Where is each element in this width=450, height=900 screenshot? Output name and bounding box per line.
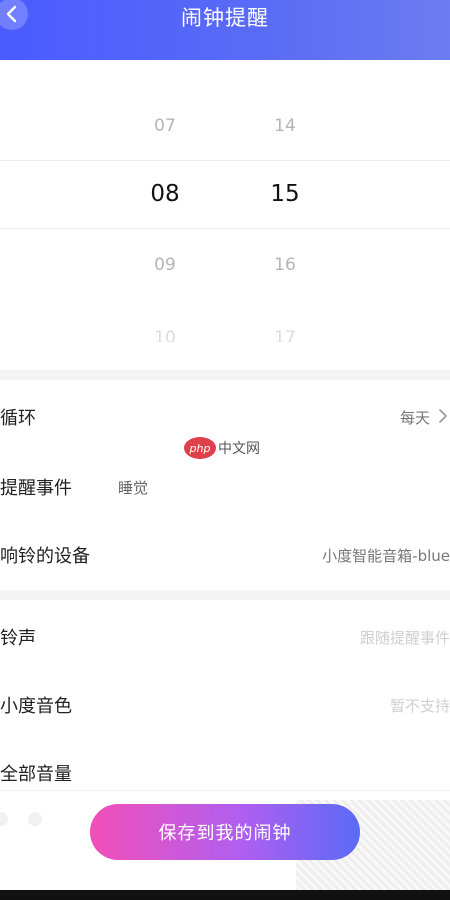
minute-option-above[interactable]: 14 xyxy=(250,116,320,136)
bottom-edge xyxy=(0,890,450,900)
time-picker[interactable]: 07 08 09 10 14 15 16 17 xyxy=(0,60,450,370)
hour-option-below[interactable]: 09 xyxy=(130,255,200,275)
event-value[interactable]: 睡觉 xyxy=(118,477,148,498)
voice-label: 小度音色 xyxy=(0,696,72,717)
ringtone-label: 铃声 xyxy=(0,628,36,649)
event-label: 提醒事件 xyxy=(0,478,72,499)
save-alarm-button[interactable]: 保存到我的闹钟 xyxy=(90,804,360,860)
repeat-label: 循环 xyxy=(0,408,36,429)
device-value: 小度智能音箱-blue xyxy=(322,547,450,565)
ringtone-row[interactable]: 铃声 跟随提醒事件 xyxy=(0,606,450,666)
minute-option-below[interactable]: 16 xyxy=(250,255,320,275)
picker-top-line xyxy=(0,160,450,161)
voice-row[interactable]: 小度音色 暂不支持 xyxy=(0,674,450,734)
section-divider xyxy=(0,370,450,380)
header-bar: 闹钟提醒 xyxy=(0,0,450,60)
hour-selected[interactable]: 08 xyxy=(130,181,200,207)
ringtone-value: 跟随提醒事件 xyxy=(359,629,450,647)
repeat-value: 每天 xyxy=(399,409,430,427)
device-label: 响铃的设备 xyxy=(0,546,90,567)
voice-value: 暂不支持 xyxy=(389,697,450,715)
volume-label: 全部音量 xyxy=(0,764,72,785)
chevron-right-icon xyxy=(439,409,447,423)
page-dot xyxy=(28,812,42,826)
minute-selected[interactable]: 15 xyxy=(250,181,320,207)
page-title: 闹钟提醒 xyxy=(181,6,269,30)
hour-option-next[interactable]: 10 xyxy=(130,328,200,342)
picker-bottom-line xyxy=(0,228,450,229)
section-divider-2 xyxy=(0,590,450,600)
minute-option-next[interactable]: 17 xyxy=(250,328,320,342)
device-row[interactable]: 响铃的设备 小度智能音箱-blue xyxy=(0,524,450,584)
hour-option-above[interactable]: 07 xyxy=(130,116,200,136)
watermark-text: 中文网 xyxy=(218,441,260,457)
event-row[interactable]: 提醒事件 睡觉 xyxy=(0,456,450,516)
